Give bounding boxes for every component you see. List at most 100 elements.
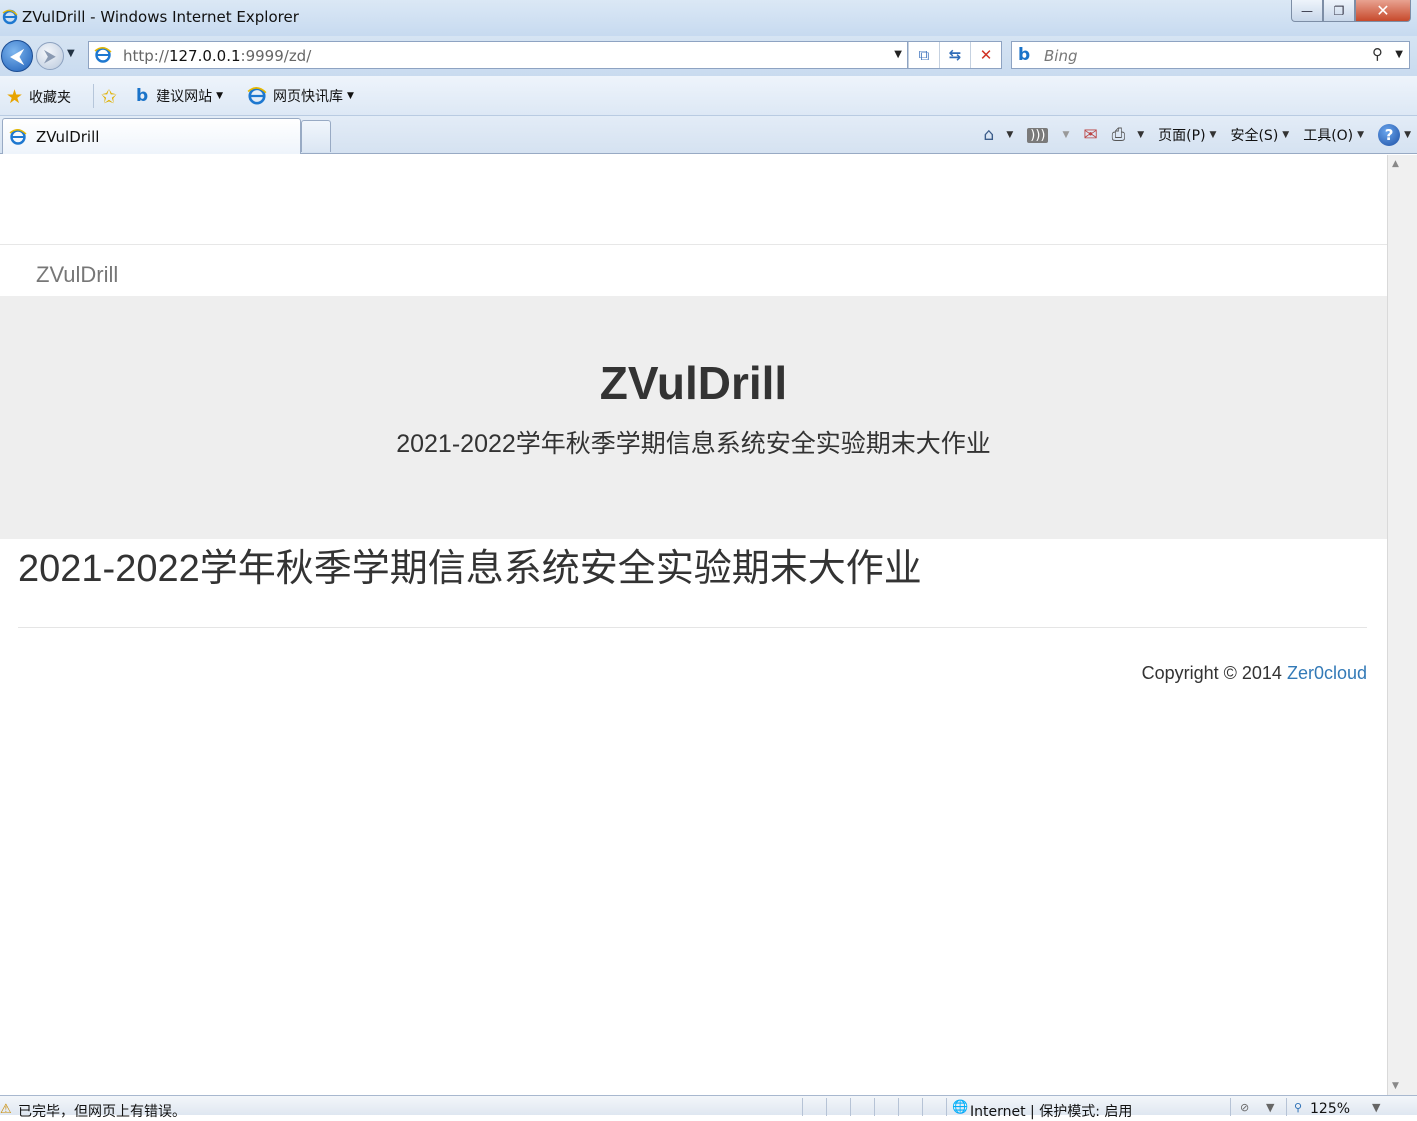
- status-divider: [874, 1098, 875, 1116]
- home-button[interactable]: ⌂ ▼: [984, 125, 1014, 145]
- help-icon: ?: [1378, 124, 1401, 146]
- tab-zvuldrill[interactable]: ZVulDrill: [2, 118, 301, 154]
- chevron-down-icon: ▼: [1209, 130, 1217, 140]
- status-divider: [826, 1098, 827, 1116]
- url-text[interactable]: http://127.0.0.1:9999/zd/: [123, 47, 311, 65]
- window-controls: — ❐ ✕: [1291, 0, 1411, 24]
- protected-mode-icon[interactable]: ⊘: [1240, 1101, 1249, 1114]
- favorites-button[interactable]: ★ 收藏夹: [6, 86, 71, 108]
- status-divider: [922, 1098, 923, 1116]
- address-tools: ⧉ ⇆ ✕: [908, 41, 1002, 69]
- chevron-down-icon[interactable]: ▼: [1266, 1101, 1274, 1114]
- ie-window: ZVulDrill - Windows Internet Explorer — …: [0, 0, 1417, 1120]
- vertical-scrollbar[interactable]: ▲ ▼: [1387, 155, 1417, 1095]
- chevron-down-icon: ▼: [1282, 130, 1290, 140]
- tab-label: ZVulDrill: [36, 128, 100, 146]
- star-icon: ★: [6, 86, 24, 108]
- tab-row: ZVulDrill ⌂ ▼ ))) ▼ ✉ ⎙ ▼ 页面(P) ▼ 安全(S) ▼ 工具(…: [0, 116, 1417, 154]
- address-dropdown-icon[interactable]: ▼: [894, 49, 902, 60]
- print-button[interactable]: ⎙ ▼: [1112, 125, 1145, 145]
- chevron-down-icon: ▼: [1357, 130, 1365, 140]
- printer-icon: ⎙: [1111, 125, 1126, 145]
- ie-icon: [2, 9, 18, 25]
- copyright-text: Copyright © 2014: [1141, 663, 1287, 683]
- address-bar[interactable]: http://127.0.0.1:9999/zd/ ▼: [88, 41, 908, 69]
- page-viewport: ZVulDrill ZVulDrill 2021-2022学年秋季学期信息系统安…: [0, 155, 1387, 1095]
- home-icon: ⌂: [983, 125, 995, 145]
- zoom-icon: ⚲: [1294, 1101, 1303, 1114]
- minimize-button[interactable]: —: [1291, 0, 1323, 22]
- recent-pages-dropdown[interactable]: ▼: [67, 48, 75, 59]
- chevron-down-icon[interactable]: ▼: [1006, 130, 1013, 140]
- help-menu[interactable]: ? ▼: [1378, 124, 1411, 146]
- favorites-label: 收藏夹: [29, 90, 72, 106]
- status-divider: [850, 1098, 851, 1116]
- refresh-icon[interactable]: ⇆: [939, 42, 970, 68]
- add-to-favorites-bar-button[interactable]: ✩: [101, 86, 123, 108]
- jumbotron-subtitle: 2021-2022学年秋季学期信息系统安全实验期末大作业: [396, 430, 991, 458]
- scroll-down-icon[interactable]: ▼: [1392, 1081, 1399, 1091]
- safety-menu[interactable]: 安全(S) ▼: [1230, 125, 1289, 145]
- site-navbar: ZVulDrill: [0, 244, 1387, 296]
- command-bar: ⌂ ▼ ))) ▼ ✉ ⎙ ▼ 页面(P) ▼ 安全(S) ▼ 工具(O) ▼ ? ▼: [984, 122, 1417, 148]
- jumbotron: ZVulDrill 2021-2022学年秋季学期信息系统安全实验期末大作业: [0, 296, 1387, 539]
- status-bar: ⚠ 已完毕，但网页上有错误。 🌐 Internet | 保护模式: 启用 ⊘ ▼…: [0, 1095, 1417, 1120]
- stop-icon[interactable]: ✕: [970, 42, 1001, 68]
- mail-icon: ✉: [1083, 125, 1098, 145]
- tools-menu[interactable]: 工具(O) ▼: [1303, 125, 1364, 145]
- search-box[interactable]: b Bing ⚲ ▼: [1011, 41, 1410, 69]
- page-menu-label: 页面(P): [1158, 128, 1206, 144]
- feeds-button[interactable]: ))) ▼: [1027, 127, 1069, 143]
- add-favorite-star-icon: ✩: [101, 86, 117, 108]
- bing-icon: b: [1018, 45, 1031, 65]
- chevron-down-icon: ▼: [216, 91, 224, 101]
- status-divider: [946, 1098, 947, 1116]
- search-icon[interactable]: ⚲: [1372, 45, 1383, 63]
- footer-divider: [18, 627, 1367, 628]
- suggested-sites-link[interactable]: b 建议网站 ▼: [136, 86, 223, 106]
- author-link[interactable]: Zer0cloud: [1287, 663, 1367, 683]
- chevron-down-icon[interactable]: ▼: [1062, 130, 1069, 140]
- status-divider: [1286, 1098, 1287, 1116]
- ie-icon: [247, 87, 267, 105]
- content-heading: 2021-2022学年秋季学期信息系统安全实验期末大作业: [18, 548, 922, 590]
- favorites-bar: ★ 收藏夹 ✩ b 建议网站 ▼ 网页快讯库 ▼: [0, 76, 1417, 116]
- address-toolbar: ⮜ ⮞ ▼ http://127.0.0.1:9999/zd/ ▼ ⧉ ⇆ ✕ …: [0, 36, 1417, 76]
- chevron-down-icon[interactable]: ▼: [1372, 1101, 1380, 1114]
- safety-menu-label: 安全(S): [1230, 128, 1279, 144]
- jumbotron-title: ZVulDrill: [599, 357, 788, 409]
- search-options-dropdown-icon[interactable]: ▼: [1395, 49, 1403, 60]
- ie-icon: [9, 129, 27, 145]
- compatibility-view-icon[interactable]: ⧉: [908, 42, 939, 68]
- new-tab-button[interactable]: [301, 120, 331, 152]
- restore-button[interactable]: ❐: [1323, 0, 1355, 22]
- page-menu[interactable]: 页面(P) ▼: [1158, 125, 1216, 145]
- navbar-brand[interactable]: ZVulDrill: [36, 262, 118, 288]
- forward-button[interactable]: ⮞: [36, 42, 64, 70]
- chevron-down-icon: ▼: [347, 91, 354, 101]
- globe-icon: 🌐: [952, 1100, 969, 1115]
- read-mail-button[interactable]: ✉: [1083, 125, 1097, 145]
- title-bar: ZVulDrill - Windows Internet Explorer — …: [0, 0, 1417, 36]
- favorites-divider: [93, 84, 94, 108]
- chevron-down-icon[interactable]: ▼: [1137, 130, 1144, 140]
- web-slice-gallery-link[interactable]: 网页快讯库 ▼: [247, 86, 354, 106]
- status-divider: [1230, 1098, 1231, 1116]
- search-input[interactable]: Bing: [1044, 47, 1078, 65]
- scroll-up-icon[interactable]: ▲: [1392, 159, 1399, 169]
- window-title: ZVulDrill - Windows Internet Explorer: [22, 8, 299, 26]
- rss-icon: ))): [1027, 127, 1049, 143]
- back-button[interactable]: ⮜: [1, 40, 33, 72]
- web-slice-gallery-label: 网页快讯库: [273, 89, 343, 105]
- tools-menu-label: 工具(O): [1303, 128, 1354, 144]
- status-message: 已完毕，但网页上有错误。: [18, 1104, 186, 1120]
- suggested-sites-label: 建议网站: [156, 89, 213, 105]
- status-divider: [802, 1098, 803, 1116]
- status-divider: [898, 1098, 899, 1116]
- footer: Copyright © 2014 Zer0cloud: [1142, 663, 1367, 684]
- page-icon: [94, 47, 112, 63]
- security-zone[interactable]: Internet | 保护模式: 启用: [970, 1101, 1132, 1121]
- bing-icon: b: [136, 86, 149, 106]
- close-button[interactable]: ✕: [1355, 0, 1411, 22]
- chevron-down-icon: ▼: [1404, 130, 1411, 140]
